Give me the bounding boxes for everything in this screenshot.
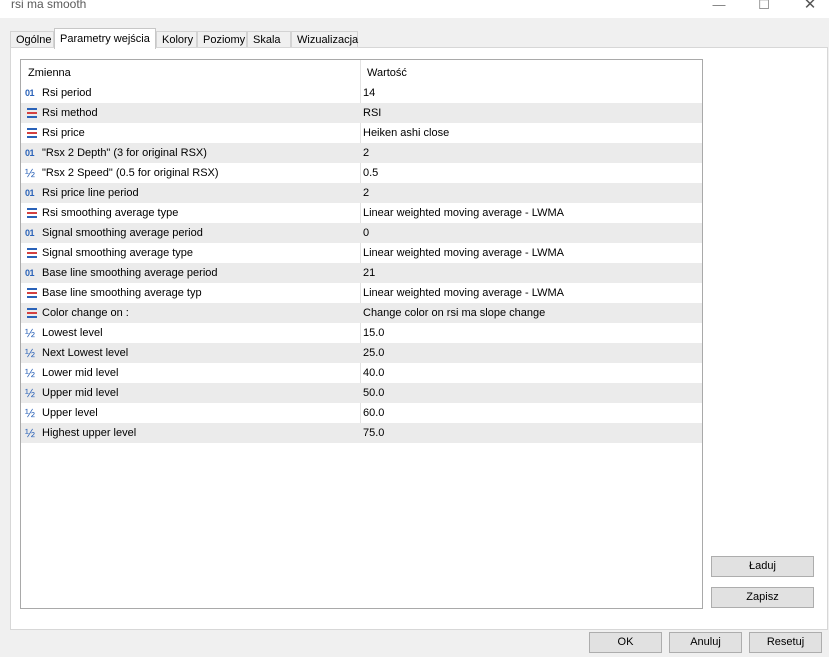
enum-icon — [25, 286, 39, 300]
parameter-name: Base line smoothing average period — [42, 267, 218, 279]
fraction-icon: ½ — [25, 166, 36, 180]
parameter-value[interactable]: 40.0 — [363, 367, 384, 379]
enum-icon — [25, 106, 39, 120]
fraction-icon: ½ — [25, 386, 36, 400]
enum-icon — [25, 246, 39, 260]
table-row[interactable]: Rsi smoothing average type Linear weighte… — [21, 203, 702, 223]
integer-icon: 01 — [25, 228, 35, 238]
window-title: rsi ma smooth — [11, 0, 87, 11]
parameter-value[interactable]: 50.0 — [363, 387, 384, 399]
integer-icon: 01 — [25, 188, 35, 198]
table-body: 01 Rsi period 14 Rsi method RSI Rsi price Heik… — [21, 83, 702, 443]
table-row[interactable]: Signal smoothing average type Linear weig… — [21, 243, 702, 263]
enum-icon — [25, 306, 39, 320]
parameter-name: Signal smoothing average type — [42, 247, 194, 259]
parameter-name: "Rsx 2 Depth" (3 for original RSX) — [42, 147, 207, 159]
title-bar: rsi ma smooth — ☐ ✕ — [0, 0, 829, 18]
column-header-value[interactable]: Wartość — [367, 67, 407, 79]
parameter-value[interactable]: 0.5 — [363, 167, 378, 179]
table-header: Zmienna Wartość — [21, 60, 702, 83]
parameter-name: Rsi method — [42, 107, 98, 119]
table-row[interactable]: 01 Base line smoothing average period 21 — [21, 263, 702, 283]
reset-button[interactable]: Resetuj — [749, 632, 822, 653]
table-row[interactable]: Color change on : Change color on rsi ma … — [21, 303, 702, 323]
table-row[interactable]: Rsi method RSI — [21, 103, 702, 123]
parameter-name: Rsi smoothing average type — [42, 207, 179, 219]
table-row[interactable]: 01 "Rsx 2 Depth" (3 for original RSX) 2 — [21, 143, 702, 163]
table-row[interactable]: ½ Next Lowest level 25.0 — [21, 343, 702, 363]
fraction-icon: ½ — [25, 366, 36, 380]
parameter-value[interactable]: Linear weighted moving average - LWMA — [363, 207, 564, 219]
parameter-value[interactable]: 14 — [363, 87, 375, 99]
parameter-name: Rsi price line period — [42, 187, 139, 199]
table-row[interactable]: Rsi price Heiken ashi close — [21, 123, 702, 143]
parameter-name: Lower mid level — [42, 367, 119, 379]
parameter-name: Rsi period — [42, 87, 92, 99]
parameter-value[interactable]: 15.0 — [363, 327, 384, 339]
parameter-value[interactable]: 75.0 — [363, 427, 384, 439]
tab-general[interactable]: Ogólne — [10, 31, 54, 47]
integer-icon: 01 — [25, 148, 35, 158]
tab-colors[interactable]: Kolory — [156, 31, 197, 47]
minimize-button[interactable]: — — [704, 0, 734, 16]
table-row[interactable]: Base line smoothing average typ Linear we… — [21, 283, 702, 303]
close-button[interactable]: ✕ — [795, 0, 825, 16]
table-row[interactable]: ½ Lower mid level 40.0 — [21, 363, 702, 383]
parameter-value[interactable]: 21 — [363, 267, 375, 279]
table-row[interactable]: 01 Rsi price line period 2 — [21, 183, 702, 203]
table-row[interactable]: ½ Upper level 60.0 — [21, 403, 702, 423]
parameter-name: Rsi price — [42, 127, 85, 139]
parameter-value[interactable]: 25.0 — [363, 347, 384, 359]
table-row[interactable]: ½ Upper mid level 50.0 — [21, 383, 702, 403]
column-header-variable[interactable]: Zmienna — [28, 67, 71, 79]
parameter-name: Signal smoothing average period — [42, 227, 203, 239]
tab-levels[interactable]: Poziomy — [197, 31, 247, 47]
enum-icon — [25, 126, 39, 140]
table-row[interactable]: 01 Signal smoothing average period 0 — [21, 223, 702, 243]
cancel-button[interactable]: Anuluj — [669, 632, 742, 653]
parameter-value[interactable]: Linear weighted moving average - LWMA — [363, 287, 564, 299]
parameter-name: Lowest level — [42, 327, 103, 339]
table-row[interactable]: ½ Lowest level 15.0 — [21, 323, 702, 343]
tab-input-parameters[interactable]: Parametry wejścia — [54, 28, 156, 49]
parameter-value[interactable]: 0 — [363, 227, 369, 239]
parameter-name: Upper level — [42, 407, 98, 419]
table-row[interactable]: 01 Rsi period 14 — [21, 83, 702, 103]
parameter-name: Base line smoothing average typ — [42, 287, 202, 299]
table-row[interactable]: ½ "Rsx 2 Speed" (0.5 for original RSX) 0.5 — [21, 163, 702, 183]
tab-visualization[interactable]: Wizualizacja — [291, 31, 358, 47]
load-button[interactable]: Ładuj — [711, 556, 814, 577]
save-button[interactable]: Zapisz — [711, 587, 814, 608]
parameter-name: Color change on : — [42, 307, 129, 319]
tab-scale[interactable]: Skala — [247, 31, 291, 47]
parameter-name: Next Lowest level — [42, 347, 129, 359]
table-row[interactable]: ½ Highest upper level 75.0 — [21, 423, 702, 443]
fraction-icon: ½ — [25, 426, 36, 440]
parameter-value[interactable]: Heiken ashi close — [363, 127, 449, 139]
parameter-name: Upper mid level — [42, 387, 119, 399]
maximize-button[interactable]: ☐ — [749, 0, 779, 16]
enum-icon — [25, 206, 39, 220]
parameter-value[interactable]: RSI — [363, 107, 381, 119]
integer-icon: 01 — [25, 88, 35, 98]
fraction-icon: ½ — [25, 346, 36, 360]
parameter-value[interactable]: Change color on rsi ma slope change — [363, 307, 545, 319]
parameter-value[interactable]: Linear weighted moving average - LWMA — [363, 247, 564, 259]
fraction-icon: ½ — [25, 406, 36, 420]
parameter-value[interactable]: 2 — [363, 187, 369, 199]
parameters-table: Zmienna Wartość 01 Rsi period 14 Rsi method… — [20, 59, 703, 609]
integer-icon: 01 — [25, 268, 35, 278]
parameter-name: Highest upper level — [42, 427, 137, 439]
parameter-value[interactable]: 60.0 — [363, 407, 384, 419]
ok-button[interactable]: OK — [589, 632, 662, 653]
parameter-value[interactable]: 2 — [363, 147, 369, 159]
fraction-icon: ½ — [25, 326, 36, 340]
parameter-name: "Rsx 2 Speed" (0.5 for original RSX) — [42, 167, 219, 179]
